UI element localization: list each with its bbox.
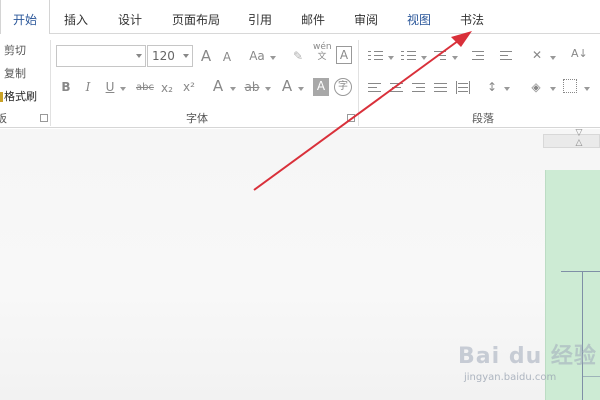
tab-view[interactable]: 视图 xyxy=(397,0,441,34)
horizontal-ruler[interactable] xyxy=(543,134,600,148)
tab-mailings[interactable]: 邮件 xyxy=(291,0,335,34)
format-painter-button[interactable]: 格式刷 xyxy=(4,88,37,104)
tab-home[interactable]: 开始 xyxy=(0,0,50,35)
line-spacing-icon[interactable]: ↕ xyxy=(484,79,500,95)
text-effect-icon[interactable]: A xyxy=(210,78,226,94)
format-painter-icon xyxy=(0,92,3,102)
cut-button[interactable]: 剪切 xyxy=(4,42,26,58)
chevron-down-icon xyxy=(183,54,189,58)
chevron-down-icon xyxy=(452,56,458,60)
chevron-down-icon xyxy=(136,54,142,58)
chevron-down-icon xyxy=(270,56,276,60)
chevron-down-icon xyxy=(550,87,556,91)
enclose-char-icon[interactable]: 字 xyxy=(334,78,352,96)
chinese-layout-icon[interactable]: ✕ xyxy=(528,47,546,63)
chevron-down-icon xyxy=(550,56,556,60)
clipboard-group-label: 板 xyxy=(0,112,7,125)
font-family-combo[interactable] xyxy=(56,45,146,67)
tab-review[interactable]: 审阅 xyxy=(344,0,388,34)
highlight-icon[interactable]: ab xyxy=(243,79,261,95)
chevron-down-icon xyxy=(298,87,304,91)
group-divider xyxy=(50,40,51,126)
grow-font-icon[interactable]: A xyxy=(199,48,213,64)
char-border-icon[interactable]: A xyxy=(336,46,352,64)
clipboard-launcher-icon[interactable] xyxy=(40,114,48,122)
tab-calligraphy[interactable]: 书法 xyxy=(450,0,494,34)
phonetic-guide-icon[interactable]: wén 文 xyxy=(313,42,332,62)
chevron-down-icon xyxy=(388,56,394,60)
underline-icon[interactable]: U xyxy=(104,79,116,95)
copy-button[interactable]: 复制 xyxy=(4,65,26,81)
font-color-icon[interactable]: A xyxy=(279,78,295,94)
char-shading-icon[interactable]: A xyxy=(313,78,329,96)
change-case-icon[interactable]: Aa xyxy=(246,48,268,64)
chevron-down-icon xyxy=(504,87,510,91)
group-divider xyxy=(358,40,359,126)
paragraph-group-label: 段落 xyxy=(472,112,494,125)
subscript-icon[interactable]: x₂ xyxy=(159,80,175,96)
italic-icon[interactable]: I xyxy=(82,79,94,95)
indent-marker-icon[interactable]: ▽ △ xyxy=(573,128,585,148)
margin-guide xyxy=(582,271,583,400)
watermark-url: jingyan.baidu.com xyxy=(464,372,557,383)
ribbon-home: 剪切 复制 格式刷 板 120 A A Aa ✎ wén 文 A B I U a… xyxy=(0,34,600,128)
superscript-icon[interactable]: x² xyxy=(181,79,197,95)
borders-icon[interactable] xyxy=(563,79,577,93)
chevron-down-icon xyxy=(421,56,427,60)
font-size-combo[interactable]: 120 xyxy=(147,45,193,67)
margin-guide xyxy=(582,376,600,377)
font-launcher-icon[interactable] xyxy=(347,114,355,122)
sort-icon[interactable]: A↓ xyxy=(571,46,588,62)
bold-icon[interactable]: B xyxy=(60,79,72,95)
chevron-down-icon xyxy=(265,87,271,91)
font-group-label: 字体 xyxy=(186,112,208,125)
phonetic-bottom: 文 xyxy=(317,52,327,62)
phonetic-top: wén xyxy=(313,42,332,52)
font-size-value: 120 xyxy=(152,49,175,63)
shading-icon[interactable]: ◈ xyxy=(528,79,544,95)
margin-guide xyxy=(561,271,600,272)
shrink-font-icon[interactable]: A xyxy=(220,49,234,65)
watermark-logo: Bai du 经验 xyxy=(458,344,597,369)
chevron-down-icon xyxy=(230,87,236,91)
chevron-down-icon xyxy=(120,87,126,91)
clear-format-icon[interactable]: ✎ xyxy=(290,48,306,64)
chevron-down-icon xyxy=(584,87,590,91)
tab-page-layout[interactable]: 页面布局 xyxy=(164,0,228,34)
strikethrough-icon[interactable]: abc xyxy=(134,80,156,96)
ribbon-tab-bar: 开始 插入 设计 页面布局 引用 邮件 审阅 视图 书法 xyxy=(0,0,600,35)
tab-insert[interactable]: 插入 xyxy=(54,0,98,34)
tab-design[interactable]: 设计 xyxy=(108,0,152,34)
word-window: 开始 插入 设计 页面布局 引用 邮件 审阅 视图 书法 剪切 复制 格式刷 板 xyxy=(0,0,600,400)
tab-references[interactable]: 引用 xyxy=(238,0,282,34)
